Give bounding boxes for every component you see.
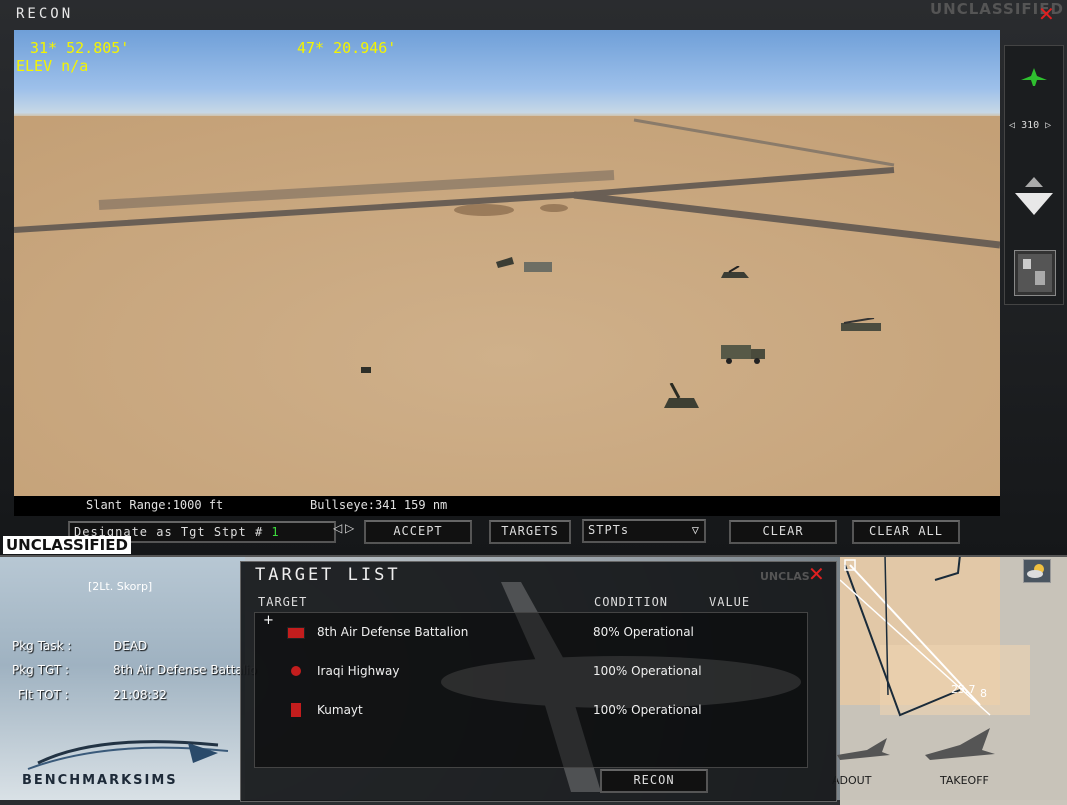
accept-button[interactable]: ACCEPT: [364, 520, 472, 544]
takeoff-label: TAKEOFF: [940, 774, 989, 787]
pilot-name: [2Lt. Skorp]: [88, 580, 153, 593]
status-bar: Slant Range:1000 ft Bullseye:341 159 nm: [14, 496, 1000, 516]
latitude-readout: 31* 52.805': [30, 39, 130, 57]
truck-icon: [721, 345, 765, 364]
target-list-close-icon[interactable]: ✕: [808, 562, 825, 586]
bullseye-readout: Bullseye:341 159 nm: [310, 498, 448, 512]
sam-launcher-icon: [496, 257, 552, 272]
column-target: TARGET: [258, 595, 308, 609]
recon-title: RECON: [16, 6, 74, 22]
stpts-dropdown[interactable]: STPTs ▽: [582, 519, 706, 543]
target-list-classification: UNCLAS: [760, 570, 810, 583]
heading-left-icon[interactable]: ◁: [1009, 120, 1015, 131]
weather-icon[interactable]: [1023, 559, 1051, 583]
stpt-right-icon[interactable]: ▷: [345, 521, 354, 535]
pitch-down-icon[interactable]: [1013, 191, 1055, 221]
target-name: Kumayt: [317, 703, 363, 717]
stpt-left-icon[interactable]: ◁: [333, 521, 342, 535]
target-name: 8th Air Defense Battalion: [317, 625, 469, 639]
loadout-button[interactable]: ADOUT: [832, 730, 892, 790]
clear-all-button[interactable]: CLEAR ALL: [852, 520, 960, 544]
stpts-label: STPTs: [588, 523, 630, 537]
town-icon: [291, 703, 301, 717]
pkg-tgt-value: 8th Air Defense Battalio: [113, 663, 257, 677]
pkg-tgt-label: Pkg TGT :: [12, 663, 70, 677]
longitude-readout: 47* 20.946': [297, 39, 397, 57]
recon-button[interactable]: RECON: [600, 769, 708, 793]
camera-thumbnail[interactable]: [1014, 250, 1056, 296]
target-condition: 80% Operational: [593, 625, 694, 639]
chevron-down-icon: ▽: [691, 523, 700, 537]
targets-button[interactable]: TARGETS: [489, 520, 571, 544]
classification-banner-bottom: UNCLASSIFIED: [3, 536, 131, 554]
flt-tot-value: 21:08:32: [113, 688, 167, 702]
stpt-number: 1: [271, 525, 280, 539]
heading-right-icon[interactable]: ▷: [1045, 120, 1051, 131]
table-row[interactable]: Kumayt 100% Operational: [255, 701, 807, 723]
briefing-panel: [2Lt. Skorp] Pkg Task : DEAD Pkg TGT : 8…: [0, 555, 257, 800]
takeoff-button[interactable]: TAKEOFF: [920, 720, 1000, 790]
benchmarksims-logo: BENCHMARKSIMS: [18, 733, 238, 793]
target-list-title: TARGET LIST: [255, 565, 401, 585]
table-row[interactable]: 8th Air Defense Battalion 80% Operationa…: [255, 623, 807, 645]
map-label-range: 25.7: [951, 683, 976, 696]
soldier-icon: [361, 367, 371, 373]
logo-text: BENCHMARKSIMS: [22, 773, 178, 788]
target-list-table: + 8th Air Defense Battalion 80% Operatio…: [254, 612, 808, 768]
column-value: VALUE: [709, 595, 751, 609]
elevation-readout: ELEV n/a: [16, 57, 89, 75]
heading-control[interactable]: ◁ 310 ▷: [1009, 120, 1059, 134]
target-condition: 100% Operational: [593, 664, 702, 678]
aa-artillery-icon: [664, 383, 699, 408]
pkg-task-value: DEAD: [113, 639, 148, 653]
loadout-label: ADOUT: [832, 774, 872, 787]
slant-range: Slant Range:1000 ft: [86, 498, 224, 512]
clear-button[interactable]: CLEAR: [729, 520, 837, 544]
close-icon[interactable]: ✕: [1038, 2, 1055, 26]
target-name: Iraqi Highway: [317, 664, 400, 678]
aaa-gun-icon: [721, 266, 749, 278]
highway-icon: [291, 666, 301, 676]
recon-3d-view[interactable]: 31* 52.805' 47* 20.946' ELEV n/a: [14, 30, 1000, 516]
flt-tot-label: Flt TOT :: [18, 688, 69, 702]
aircraft-icon[interactable]: [1019, 66, 1049, 92]
heading-value: 310: [1021, 120, 1040, 131]
target-condition: 100% Operational: [593, 703, 702, 717]
table-row[interactable]: Iraqi Highway 100% Operational: [255, 662, 807, 684]
air-defense-icon: [287, 627, 305, 639]
column-condition: CONDITION: [594, 595, 669, 609]
missile-launcher-icon: [841, 318, 881, 331]
view-control-strip: ◁ 310 ▷: [1004, 45, 1064, 305]
map-label-number: 8: [980, 687, 987, 700]
pkg-task-label: Pkg Task :: [12, 639, 72, 653]
